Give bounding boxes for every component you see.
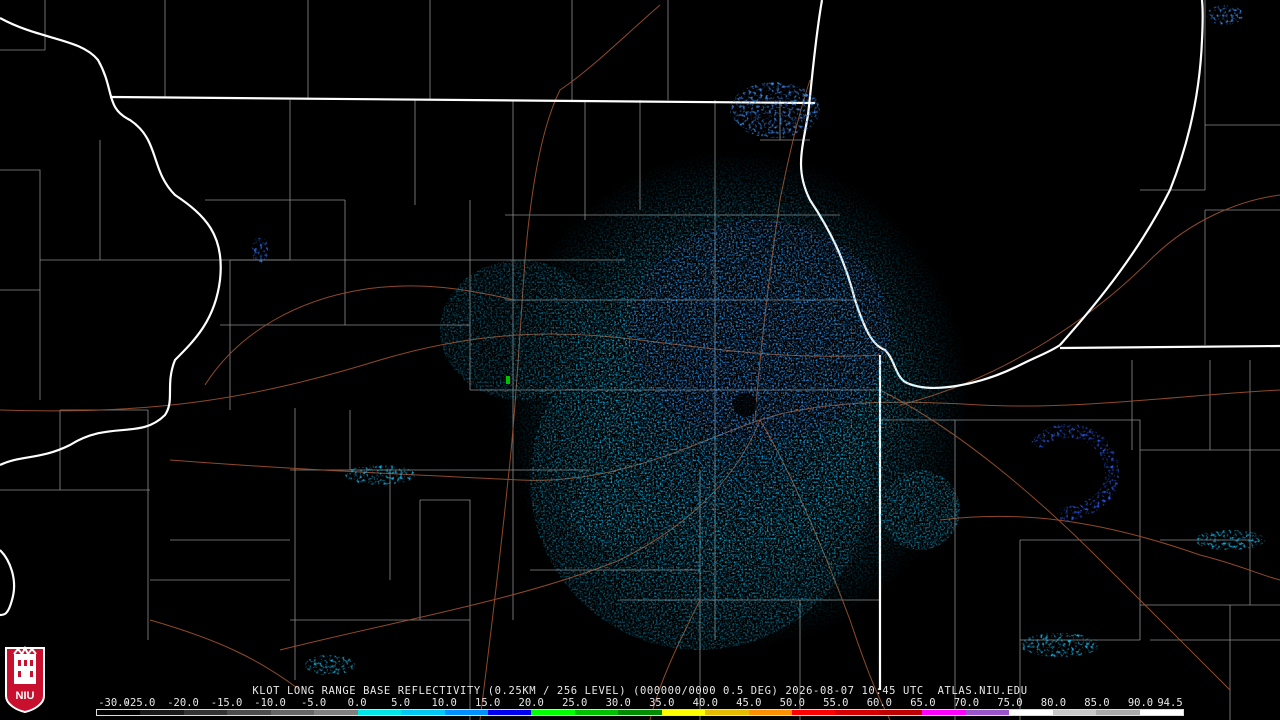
color-scale-label: 65.0 (910, 697, 936, 709)
color-scale-segment (183, 710, 228, 715)
color-scale-segment (444, 710, 488, 715)
color-scale-segment (97, 710, 141, 715)
color-scale-label: 80.0 (1040, 697, 1067, 709)
color-scale-segment (487, 710, 532, 715)
logo-text: NIU (16, 690, 35, 702)
color-scale-segment (792, 710, 836, 715)
color-scale-label: 85.0 (1084, 697, 1110, 709)
color-scale-label: -15.0 (210, 697, 243, 709)
logo-tower-icon (14, 654, 36, 684)
color-scale-segment (878, 710, 923, 715)
color-scale-segment (140, 710, 184, 715)
color-scale-label: 70.0 (953, 697, 980, 709)
color-scale-segment (270, 710, 315, 715)
product-title-line: KLOT LONG RANGE BASE REFLECTIVITY (0.25K… (0, 685, 1280, 697)
color-scale-label: 5.0 (391, 697, 411, 709)
color-scale-segment (922, 710, 966, 715)
color-scale-segment (227, 710, 271, 715)
color-scale-segment (531, 710, 575, 715)
color-scale-label: 50.0 (779, 697, 805, 709)
color-scale-label: 10.0 (431, 697, 457, 709)
color-scale-label: 0.0 (347, 697, 367, 709)
color-scale-label: 75.0 (997, 697, 1023, 709)
color-scale-segment (1052, 710, 1097, 715)
color-scale-segment (618, 710, 662, 715)
product-resolution: (0.25KM / 256 LEVEL) (487, 685, 627, 697)
color-scale-label: 15.0 (475, 697, 501, 709)
color-scale-label: 94.5 (1157, 697, 1183, 709)
color-scale-segment (1009, 710, 1053, 715)
color-scale-segment (748, 710, 792, 715)
source-site: ATLAS.NIU.EDU (937, 685, 1028, 697)
color-scale-label: 35.0 (649, 697, 675, 709)
color-scale-label: 90.0 (1127, 697, 1154, 709)
color-scale-bar (96, 709, 1184, 716)
scan-datetime: 2026-08-07 10:45 UTC (785, 685, 924, 697)
color-scale-label: 40.0 (692, 697, 718, 709)
radar-map (0, 0, 1280, 720)
color-scale-segment (661, 710, 706, 715)
station-id: KLOT (252, 685, 281, 697)
color-scale-segment (965, 710, 1010, 715)
color-scale-label: -10.0 (254, 697, 286, 709)
color-scale-segment (1139, 710, 1183, 715)
color-scale-segment (314, 710, 358, 715)
color-scale-label: 30.0 (605, 697, 631, 709)
color-scale-segment (574, 710, 619, 715)
echo-north-cell (730, 82, 820, 138)
color-scale-label: 20.0 (518, 697, 544, 709)
volume-info: (000000/0000 0.5 DEG) (633, 685, 779, 697)
color-scale-label: -20.0 (167, 697, 199, 709)
product-name: LONG RANGE BASE REFLECTIVITY (286, 685, 481, 697)
echo-green-spot (506, 376, 510, 384)
color-scale-labels: -30.0 -25.0 -20.0 -15.0 -10.0 -5.0 0.0 5.0 10.0 1… (92, 697, 1192, 709)
color-scale-label: 45.0 (736, 697, 762, 709)
color-scale-label: 60.0 (866, 697, 893, 709)
color-scale-segment (835, 710, 879, 715)
color-scale-segment (357, 710, 402, 715)
color-scale-label: 25.0 (562, 697, 588, 709)
niu-logo: NIU (5, 646, 45, 714)
color-scale-segment (401, 710, 445, 715)
color-scale-label: -5.0 (300, 697, 327, 709)
color-scale-label: -25.0 (123, 697, 156, 709)
color-scale-segment (1096, 710, 1140, 715)
color-scale-label: 55.0 (823, 697, 849, 709)
color-scale-segment (705, 710, 749, 715)
